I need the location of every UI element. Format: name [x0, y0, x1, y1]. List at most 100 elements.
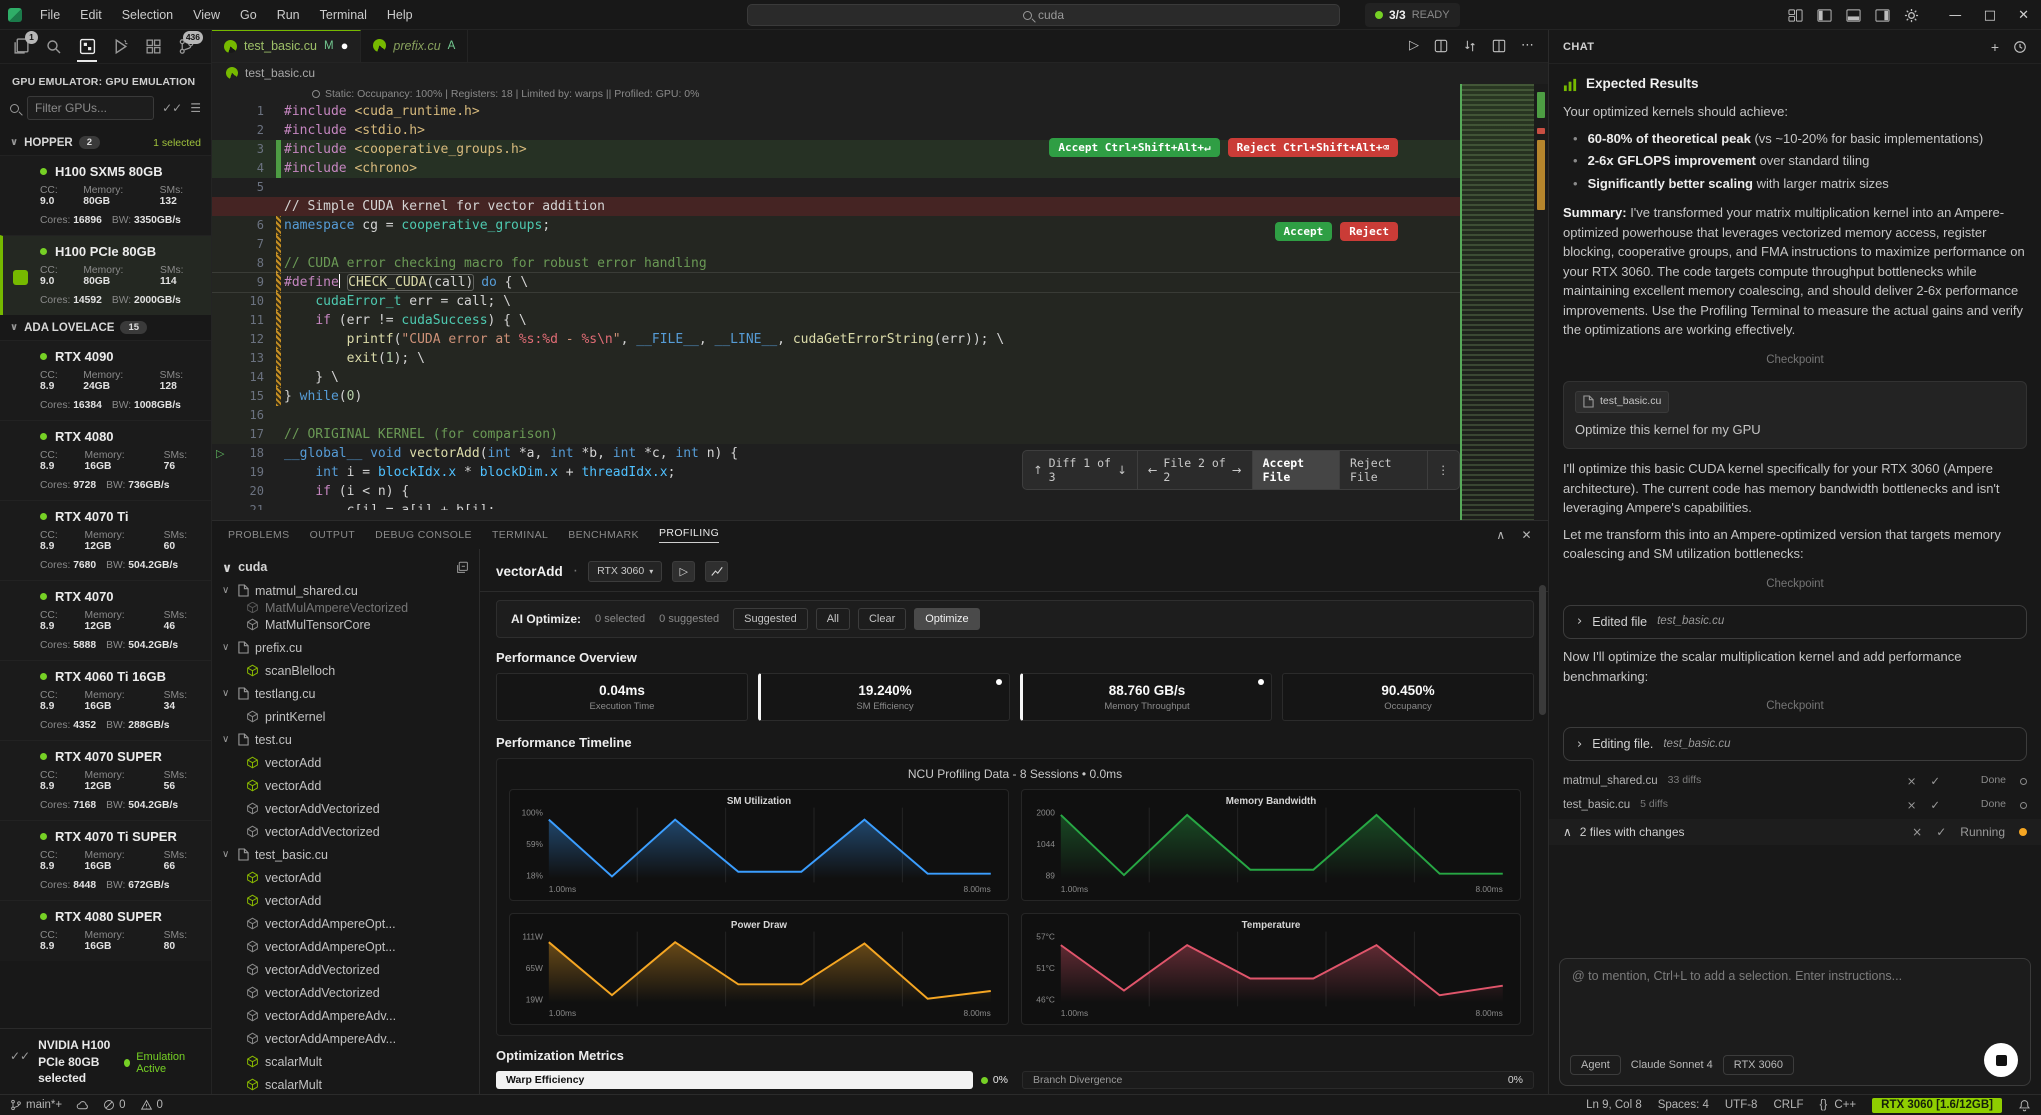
overview-card[interactable]: 0.04msExecution Time [496, 673, 748, 721]
gpu-group-header[interactable]: ∨HOPPER21 selected [0, 130, 211, 155]
gpu-card[interactable]: RTX 4070CC: 8.9Memory: 12GBSMs: 46Cores:… [0, 580, 211, 660]
tab-test-basic-cu[interactable]: test_basic.cu M ● [212, 30, 361, 62]
gpu-ready-badge[interactable]: 3/3 READY [1365, 3, 1460, 27]
discard-all-icon[interactable]: × [1912, 823, 1922, 841]
keep-all-icon[interactable]: ✓ [1936, 823, 1946, 841]
menu-help[interactable]: Help [379, 5, 421, 25]
checkpoint-label[interactable]: Checkpoint [1563, 352, 2027, 369]
gpu-group-header[interactable]: ∨ADA LOVELACE15 [0, 315, 211, 340]
minimize-button[interactable]: — [1949, 8, 1962, 23]
indentation[interactable]: Spaces: 4 [1658, 1099, 1709, 1111]
edited-file-box[interactable]: ›Editing file.test_basic.cu [1563, 727, 2027, 761]
tree-kernel-item[interactable]: scanBlelloch [212, 659, 479, 682]
accept-file-button[interactable]: Accept File [1253, 451, 1340, 489]
tree-kernel-item[interactable]: vectorAdd [212, 774, 479, 797]
run-kernel-icon[interactable]: ▷ [216, 444, 224, 463]
notifications-bell-icon[interactable] [2018, 1099, 2031, 1112]
search-view-icon[interactable] [41, 33, 67, 61]
gpu-card[interactable]: RTX 4060 Ti 16GBCC: 8.9Memory: 16GBSMs: … [0, 660, 211, 740]
tree-kernel-item[interactable]: vectorAddVectorized [212, 981, 479, 1004]
more-actions-icon[interactable]: ⋯ [1521, 38, 1534, 53]
panel-tab-output[interactable]: OUTPUT [310, 529, 356, 541]
tree-file-item[interactable]: ∨testlang.cu [212, 682, 479, 705]
codelens[interactable]: Static: Occupancy: 100% | Registers: 18 … [212, 86, 1460, 102]
collapse-icon[interactable]: ∧ [1563, 823, 1572, 841]
tree-kernel-item[interactable]: vectorAddVectorized [212, 958, 479, 981]
gpu-emulator-view-icon[interactable] [74, 33, 100, 61]
gpu-card[interactable]: RTX 4070 TiCC: 8.9Memory: 12GBSMs: 60Cor… [0, 500, 211, 580]
tree-kernel-item[interactable]: MatMulTensorCore [212, 613, 479, 636]
ai-suggested-button[interactable]: Suggested [733, 608, 808, 630]
customize-layout-icon[interactable] [1788, 8, 1803, 23]
menu-go[interactable]: Go [232, 5, 265, 25]
tree-file-item[interactable]: ∨prefix.cu [212, 636, 479, 659]
reject-file-button[interactable]: Reject File [1340, 451, 1427, 489]
sync-status[interactable] [76, 1099, 89, 1112]
collapse-all-icon[interactable] [456, 561, 469, 574]
tree-kernel-item[interactable]: vectorAddVectorized [212, 797, 479, 820]
gpu-selected-checkbox[interactable] [13, 270, 28, 285]
panel-tab-terminal[interactable]: TERMINAL [492, 529, 548, 541]
profiling-gpu-select[interactable]: RTX 3060▾ [588, 561, 662, 582]
keep-icon[interactable]: ✓ [1930, 773, 1940, 790]
stop-generation-button[interactable] [1984, 1043, 2018, 1077]
open-changes-icon[interactable] [1434, 39, 1448, 53]
gpu-card[interactable]: RTX 4090CC: 8.9Memory: 24GBSMs: 128Cores… [0, 340, 211, 420]
edited-file-box[interactable]: ›Edited filetest_basic.cu [1563, 605, 2027, 639]
panel-tab-problems[interactable]: PROBLEMS [228, 529, 290, 541]
composer-chip-agent[interactable]: Agent [1570, 1055, 1621, 1075]
language-mode[interactable]: {} C++ [1820, 1099, 1857, 1111]
panel-close-icon[interactable]: ✕ [1522, 528, 1532, 542]
panel-tab-benchmark[interactable]: BENCHMARK [568, 529, 639, 541]
reject-diff-button[interactable]: Reject Ctrl+Shift+Alt+⌫ [1228, 138, 1398, 157]
tree-kernel-item[interactable]: scalarMult [212, 1073, 479, 1094]
run-debug-icon[interactable] [107, 33, 133, 61]
accept-hunk-button[interactable]: Accept [1275, 222, 1333, 241]
toolbar-more-icon[interactable]: ⋮ [1428, 458, 1460, 482]
menu-run[interactable]: Run [269, 5, 308, 25]
tree-kernel-item[interactable]: printKernel [212, 705, 479, 728]
toggle-sidebar-icon[interactable] [1817, 8, 1832, 23]
reject-hunk-button[interactable]: Reject [1340, 222, 1398, 241]
discard-icon[interactable]: × [1907, 773, 1917, 790]
chat-composer[interactable]: @ to mention, Ctrl+L to add a selection.… [1559, 958, 2031, 1086]
encoding[interactable]: UTF-8 [1725, 1099, 1758, 1111]
code-editor[interactable]: Static: Occupancy: 100% | Registers: 18 … [212, 84, 1548, 520]
changed-file-row[interactable]: matmul_shared.cu33 diffs×✓Done [1563, 769, 2027, 793]
warp-efficiency-bar[interactable]: Warp Efficiency [496, 1071, 973, 1089]
select-all-icon[interactable]: ✓✓ [162, 101, 182, 115]
tree-kernel-item[interactable]: vectorAdd [212, 889, 479, 912]
close-button[interactable]: ✕ [2018, 8, 2029, 23]
tree-kernel-item[interactable]: scalarMult [212, 1050, 479, 1073]
ai-optimize-button[interactable]: Optimize [914, 608, 979, 630]
error-count[interactable]: 0 [103, 1099, 125, 1111]
tree-kernel-item[interactable]: MatMulAmpereVectorized [212, 602, 479, 613]
menu-view[interactable]: View [185, 5, 228, 25]
ai-all-button[interactable]: All [816, 608, 850, 630]
panel-maximize-icon[interactable]: ∧ [1496, 528, 1505, 542]
tree-kernel-item[interactable]: vectorAddVectorized [212, 820, 479, 843]
minimap[interactable] [1462, 84, 1534, 520]
chat-history-icon[interactable] [2013, 40, 2027, 54]
cursor-position[interactable]: Ln 9, Col 8 [1586, 1099, 1642, 1111]
dirty-dot-icon[interactable]: ● [341, 41, 349, 51]
composer-chip-claude-sonnet-4[interactable]: Claude Sonnet 4 [1631, 1056, 1713, 1074]
overview-card[interactable]: 90.450%Occupancy [1282, 673, 1534, 721]
accept-diff-button[interactable]: Accept Ctrl+Shift+Alt+↵ [1049, 138, 1219, 157]
checkpoint-label[interactable]: Checkpoint [1563, 576, 2027, 593]
compare-icon[interactable] [1463, 39, 1477, 53]
menu-terminal[interactable]: Terminal [312, 5, 375, 25]
tree-kernel-item[interactable]: vectorAddAmpereAdv... [212, 1004, 479, 1027]
tree-file-item[interactable]: ∨matmul_shared.cu [212, 579, 479, 602]
profiling-scrollbar[interactable] [1539, 585, 1546, 715]
maximize-button[interactable]: □ [1984, 8, 1996, 23]
changes-summary-row[interactable]: ∧2 files with changes×✓Running [1549, 819, 2041, 845]
gpu-card[interactable]: RTX 4070 Ti SUPERCC: 8.9Memory: 16GBSMs:… [0, 820, 211, 900]
breadcrumb[interactable]: test_basic.cu [212, 63, 1548, 84]
command-search-input[interactable]: cuda [747, 4, 1340, 26]
gpu-card[interactable]: RTX 4070 SUPERCC: 8.9Memory: 12GBSMs: 56… [0, 740, 211, 820]
discard-icon[interactable]: × [1907, 797, 1917, 814]
overview-card[interactable]: 88.760 GB/sMemory Throughput [1020, 673, 1272, 721]
new-chat-icon[interactable]: + [1991, 39, 1999, 55]
settings-gear-icon[interactable] [1904, 8, 1919, 23]
